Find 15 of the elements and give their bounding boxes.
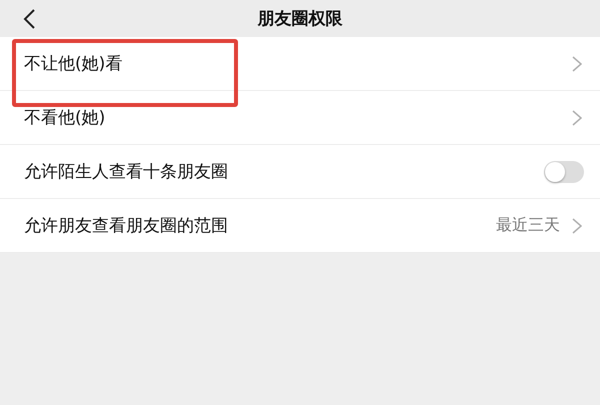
row-label: 不看他(她) (24, 107, 106, 129)
page-title: 朋友圈权限 (258, 8, 342, 30)
settings-row[interactable]: 允许陌生人查看十条朋友圈 (0, 145, 600, 199)
row-label: 允许陌生人查看十条朋友圈 (24, 161, 228, 183)
settings-row[interactable]: 允许朋友查看朋友圈的范围 最近三天 (0, 199, 600, 253)
row-label: 允许朋友查看朋友圈的范围 (24, 215, 228, 237)
chevron-icon (572, 110, 582, 126)
row-label: 不让他(她)看 (24, 53, 122, 75)
chevron-icon (572, 218, 582, 234)
settings-row[interactable]: 不看他(她) (0, 91, 600, 145)
chevron-icon (572, 56, 582, 72)
settings-row[interactable]: 不让他(她)看 (0, 37, 600, 91)
toggle-switch[interactable] (544, 160, 584, 182)
row-value: 最近三天 (496, 215, 560, 236)
back-icon[interactable] (22, 8, 36, 30)
